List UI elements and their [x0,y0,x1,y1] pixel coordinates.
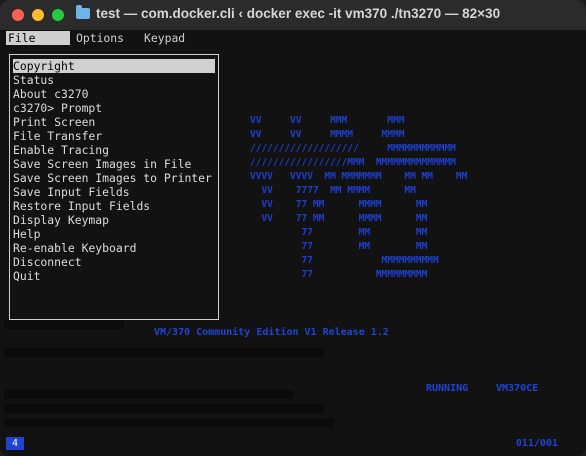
menu-item[interactable]: About c3270 [13,87,88,101]
menu-item[interactable]: Help [13,227,40,241]
logo-art: VV VV MMM MMM VV VV MMMM MMMM //////////… [250,115,468,280]
menu-item[interactable]: c3270> Prompt [13,101,102,115]
minimize-icon[interactable] [32,9,44,21]
dim-row [4,348,324,357]
menu-item[interactable]: Copyright [13,59,215,73]
menu-item[interactable]: Display Keymap [13,213,109,227]
menu-keypad[interactable]: Keypad [144,31,185,45]
dim-row [4,390,294,399]
dim-row [4,320,124,329]
menu-item[interactable]: Save Screen Images to Printer [13,171,212,185]
menu-options[interactable]: Options [76,31,124,45]
file-menu-dropdown: Copyright Status About c3270 c3270> Prompt P… [9,54,219,320]
close-icon[interactable] [12,9,24,21]
zoom-icon[interactable] [52,9,64,21]
title-bar: test — com.docker.cli ‹ docker exec -it … [0,0,586,31]
menu-item[interactable]: Quit [13,269,40,283]
terminal-window: test — com.docker.cli ‹ docker exec -it … [0,0,586,456]
running-label: RUNNING [426,383,469,394]
folder-icon [76,5,90,19]
system-label: VM370CE [496,383,539,394]
window-title: test — com.docker.cli ‹ docker exec -it … [96,6,501,21]
terminal-screen[interactable]: File Options Keypad VV VV MMM MMM VV VV … [0,30,586,456]
menu-item[interactable]: Save Screen Images in File [13,157,191,171]
menu-item[interactable]: Enable Tracing [13,143,109,157]
status-position: 011/001 [515,438,558,449]
menu-item[interactable]: Save Input Fields [13,185,130,199]
menu-bar: File Options Keypad [6,31,185,45]
cursor: 4 [6,437,24,450]
banner-line: VM/370 Community Edition V1 Release 1.2 [154,327,389,338]
menu-item[interactable]: Print Screen [13,115,95,129]
dim-row [4,404,324,413]
menu-item[interactable]: Re-enable Keyboard [13,241,136,255]
dim-row [4,418,334,427]
menu-file[interactable]: File [6,31,70,45]
menu-item[interactable]: Status [13,73,54,87]
menu-item[interactable]: File Transfer [13,129,102,143]
menu-item[interactable]: Disconnect [13,255,82,269]
menu-item[interactable]: Restore Input Fields [13,199,150,213]
